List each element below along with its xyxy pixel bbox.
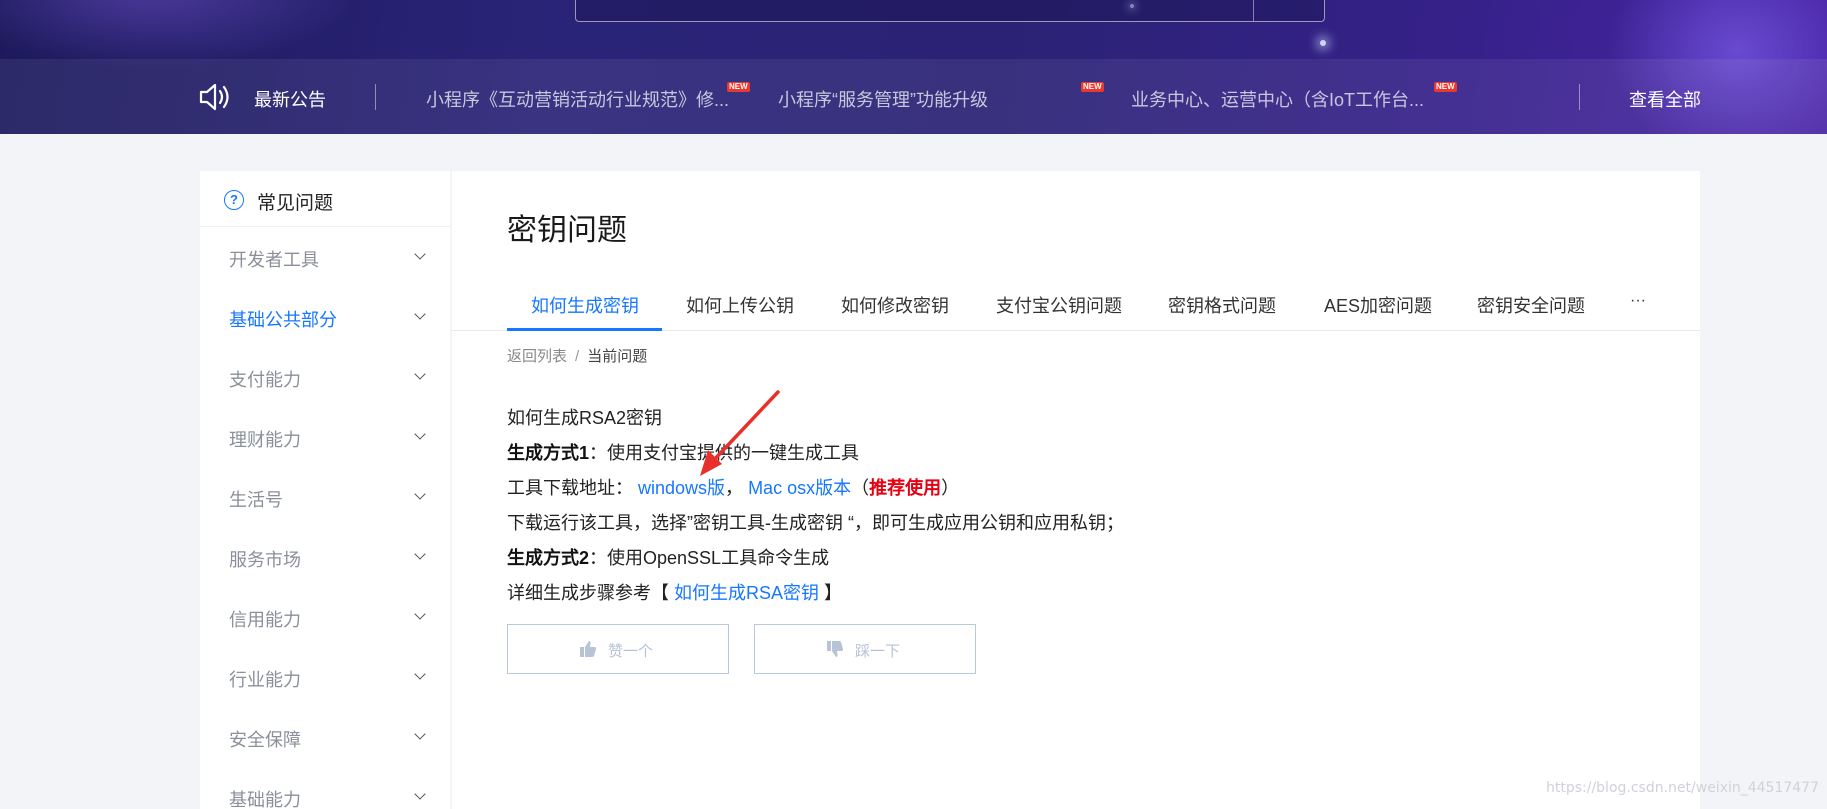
tab-key-format[interactable]: 密钥格式问题 xyxy=(1168,292,1276,318)
question-circle-icon: ? xyxy=(224,190,244,210)
sidebar-item-basic-capability[interactable]: 基础能力 xyxy=(200,768,450,809)
new-badge: NEW xyxy=(1081,82,1104,92)
sidebar-item-payment[interactable]: 支付能力 xyxy=(200,348,450,408)
chevron-down-icon xyxy=(414,548,426,560)
chevron-down-icon xyxy=(414,728,426,740)
search-divider xyxy=(1253,0,1254,21)
watermark: https://blog.csdn.net/weixin_44517477 xyxy=(1545,780,1819,796)
tab-upload-public-key[interactable]: 如何上传公钥 xyxy=(686,292,794,318)
sidebar-item-label: 开发者工具 xyxy=(229,250,319,270)
sidebar-item-label: 服务市场 xyxy=(229,550,301,570)
sidebar-item-label: 理财能力 xyxy=(229,430,301,450)
notice-item[interactable]: 小程序《互动营销活动行业规范》修... xyxy=(426,86,729,112)
method-1-label: 生成方式1 xyxy=(507,443,590,463)
sidebar-item-label: 信用能力 xyxy=(229,610,301,630)
chevron-down-icon xyxy=(414,668,426,680)
mac-download-link[interactable]: Mac osx版本 xyxy=(748,478,851,498)
sidebar-item-service-market[interactable]: 服务市场 xyxy=(200,528,450,588)
sidebar-item-label: 支付能力 xyxy=(229,370,301,390)
article-heading: 如何生成RSA2密钥 xyxy=(507,408,663,428)
notice-item[interactable]: 业务中心、运营中心（含IoT工作台... xyxy=(1131,86,1424,112)
new-badge: NEW xyxy=(727,82,750,92)
notice-item[interactable]: 小程序“服务管理”功能升级 xyxy=(778,86,988,112)
chevron-down-icon xyxy=(414,308,426,320)
active-tab-indicator xyxy=(507,328,662,331)
like-label: 赞一个 xyxy=(608,643,654,660)
speaker-icon xyxy=(199,83,229,111)
breadcrumb: 返回列表 / 当前问题 xyxy=(507,345,647,366)
sidebar-item-developer-tools[interactable]: 开发者工具 xyxy=(200,228,450,288)
header-banner xyxy=(0,0,1827,134)
notice-title: 最新公告 xyxy=(254,90,326,110)
chevron-down-icon xyxy=(414,608,426,620)
breadcrumb-current: 当前问题 xyxy=(587,348,648,365)
tab-aes-encryption[interactable]: AES加密问题 xyxy=(1324,292,1432,318)
sidebar-item-label: 基础能力 xyxy=(229,790,301,809)
main-panel: 密钥问题 如何生成密钥 如何上传公钥 如何修改密钥 支付宝公钥问题 密钥格式问题… xyxy=(452,171,1700,809)
new-badge: NEW xyxy=(1434,82,1457,92)
method-1-line: 生成方式1：使用支付宝提供的一键生成工具 xyxy=(507,439,859,465)
sparkle-icon xyxy=(1320,40,1326,46)
search-input[interactable] xyxy=(575,0,1325,22)
dislike-button[interactable]: 踩一下 xyxy=(754,624,976,674)
recommend-label: 推荐使用 xyxy=(869,478,942,498)
breadcrumb-separator: / xyxy=(575,348,580,365)
faq-sidebar: ? 常见问题 开发者工具 基础公共部分 支付能力 理财能力 生活号 服务市场 信… xyxy=(200,171,450,809)
run-tool-line: 下载运行该工具，选择”密钥工具-生成密钥 “，即可生成应用公钥和应用私钥； xyxy=(507,513,1124,533)
sidebar-item-lifestyle-account[interactable]: 生活号 xyxy=(200,468,450,528)
chevron-down-icon xyxy=(414,788,426,800)
view-all-link[interactable]: 查看全部 xyxy=(1629,86,1701,112)
download-label: 工具下载地址： xyxy=(507,478,633,498)
sidebar-item-common-basics[interactable]: 基础公共部分 xyxy=(200,288,450,348)
sidebar-item-credit[interactable]: 信用能力 xyxy=(200,588,450,648)
notice-divider xyxy=(1579,84,1580,110)
paren-open: （ xyxy=(851,478,870,498)
sidebar-title: 常见问题 xyxy=(257,193,334,214)
sidebar-item-label: 基础公共部分 xyxy=(229,310,337,330)
tab-modify-key[interactable]: 如何修改密钥 xyxy=(841,292,949,318)
thumbs-up-icon xyxy=(580,641,596,657)
comma: ， xyxy=(725,478,744,498)
rsa-guide-link[interactable]: 如何生成RSA密钥 xyxy=(674,583,819,603)
method-2-line: 生成方式2：使用OpenSSL工具命令生成 xyxy=(507,544,829,570)
breadcrumb-back-link[interactable]: 返回列表 xyxy=(507,348,567,365)
detail-prefix: 详细生成步骤参考【 xyxy=(507,583,675,603)
download-line: 工具下载地址： windows版， Mac osx版本（推荐使用） xyxy=(507,474,959,500)
like-button[interactable]: 赞一个 xyxy=(507,624,729,674)
tab-bar: 如何生成密钥 如何上传公钥 如何修改密钥 支付宝公钥问题 密钥格式问题 AES加… xyxy=(452,276,1700,331)
chevron-down-icon xyxy=(414,248,426,260)
sidebar-item-label: 安全保障 xyxy=(229,730,301,750)
windows-download-link[interactable]: windows版 xyxy=(638,478,725,498)
sidebar-item-label: 行业能力 xyxy=(229,670,301,690)
detail-line: 详细生成步骤参考【 如何生成RSA密钥 】 xyxy=(507,579,842,605)
tabs-more-button[interactable]: ··· xyxy=(1630,292,1646,310)
method-2-text: ：使用OpenSSL工具命令生成 xyxy=(589,548,830,568)
notice-divider xyxy=(375,84,376,110)
paren-close: ） xyxy=(941,478,960,498)
tab-alipay-public-key[interactable]: 支付宝公钥问题 xyxy=(996,292,1122,318)
page-title: 密钥问题 xyxy=(507,214,627,247)
dislike-label: 踩一下 xyxy=(855,643,901,660)
chevron-down-icon xyxy=(414,488,426,500)
detail-suffix: 】 xyxy=(819,583,843,603)
method-2-label: 生成方式2 xyxy=(507,548,590,568)
chevron-down-icon xyxy=(414,428,426,440)
thumbs-down-icon xyxy=(827,641,843,657)
sidebar-item-industry[interactable]: 行业能力 xyxy=(200,648,450,708)
sidebar-item-security[interactable]: 安全保障 xyxy=(200,708,450,768)
sidebar-item-label: 生活号 xyxy=(229,490,283,510)
method-1-text: ：使用支付宝提供的一键生成工具 xyxy=(589,443,860,463)
sidebar-header: ? 常见问题 xyxy=(200,171,450,227)
sidebar-item-wealth[interactable]: 理财能力 xyxy=(200,408,450,468)
tab-key-security[interactable]: 密钥安全问题 xyxy=(1477,292,1585,318)
tab-generate-key[interactable]: 如何生成密钥 xyxy=(531,292,639,318)
chevron-down-icon xyxy=(414,368,426,380)
